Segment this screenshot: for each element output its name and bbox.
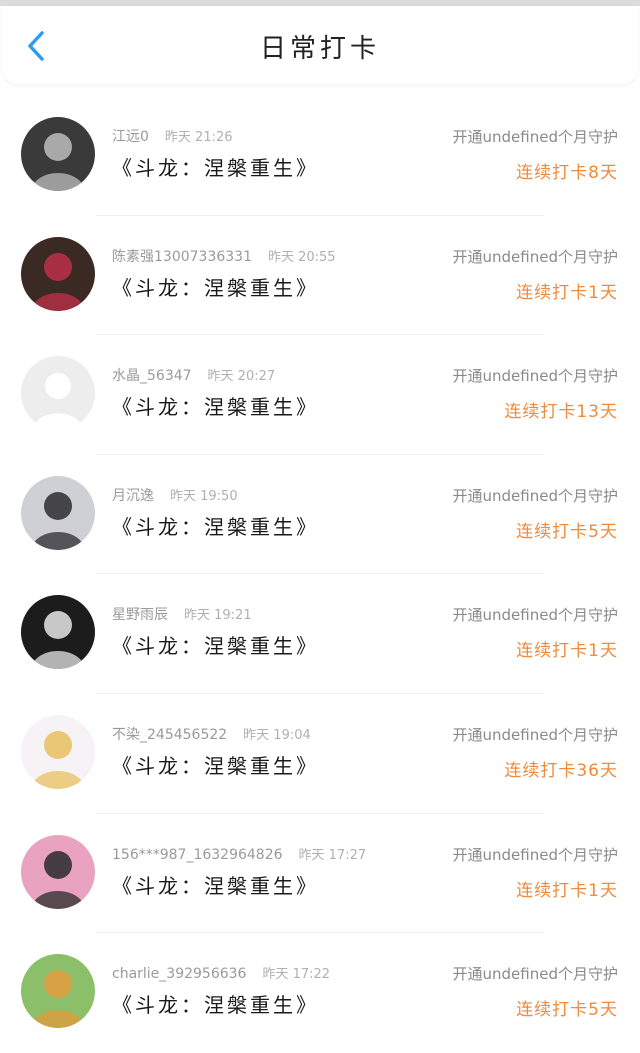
checkin-streak: 连续打卡36天 bbox=[504, 760, 618, 781]
username[interactable]: 陈素强13007336331 bbox=[112, 249, 252, 265]
list-item[interactable]: 月沉逸 昨天 19:50 《斗龙：涅槃重生》 开通undefined个月守护连续打卡5… bbox=[0, 455, 640, 575]
checkin-streak: 连续打卡8天 bbox=[516, 163, 618, 183]
username[interactable]: 不染_245456522 bbox=[112, 727, 227, 743]
username[interactable]: 156***987_1632964826 bbox=[112, 847, 283, 863]
checkin-list[interactable]: 江远0 昨天 21:26 《斗龙：涅槃重生》 开通undefined个月守护 连续打卡8… bbox=[0, 96, 640, 1053]
work-title: 《斗龙：涅槃重生》 bbox=[112, 634, 319, 659]
work-title: 《斗龙：涅槃重生》 bbox=[112, 873, 319, 898]
avatar-anime-dark[interactable] bbox=[21, 595, 95, 670]
entry-meta: 不染_245456522 昨天 19:04 bbox=[112, 724, 311, 744]
list-item[interactable]: 陈素强13007336331 昨天 20:55 《斗龙：涅槃重生》 开通undefin… bbox=[0, 216, 640, 336]
guard-status: 开通undefined个月守护 bbox=[452, 725, 618, 744]
timestamp: 昨天 21:26 bbox=[164, 130, 233, 145]
guard-status: 开通undefined个月守护 bbox=[452, 128, 618, 146]
guard-status: 开通undefined个月守护 bbox=[452, 845, 618, 864]
checkin-streak: 连续打卡13天 bbox=[504, 402, 618, 423]
guard-status: 开通undefined个月守护 bbox=[452, 486, 618, 505]
username[interactable]: 月沉逸 bbox=[112, 488, 154, 504]
guard-status: 开通undefined个月守护 bbox=[452, 606, 618, 625]
list-item[interactable]: 星野雨辰 昨天 19:21 《斗龙：涅槃重生》 开通undefined个月守护连续打卡… bbox=[0, 574, 640, 694]
timestamp: 昨天 17:27 bbox=[298, 847, 367, 863]
avatar-anime-boy[interactable] bbox=[21, 475, 95, 550]
avatar-dark-sunglasses[interactable] bbox=[21, 117, 95, 191]
timestamp: 昨天 20:55 bbox=[267, 249, 336, 265]
work-title: 《斗龙：涅槃重生》 bbox=[112, 514, 319, 539]
entry-meta: 陈素强13007336331 昨天 20:55 bbox=[112, 246, 336, 266]
page-title: 日常打卡 bbox=[259, 34, 380, 64]
checkin-streak: 连续打卡5天 bbox=[516, 521, 618, 542]
guard-status: 开通undefined个月守护 bbox=[452, 247, 618, 266]
timestamp: 昨天 17:22 bbox=[262, 967, 331, 983]
entry-meta: 星野雨辰 昨天 19:21 bbox=[112, 604, 252, 624]
list-item[interactable]: 156***987_1632964826 昨天 17:27 《斗龙：涅槃重生》 开通u… bbox=[0, 814, 640, 934]
username[interactable]: 星野雨辰 bbox=[112, 607, 168, 623]
nav-header: 日常打卡 bbox=[2, 6, 638, 84]
list-item[interactable]: charlie_392956636 昨天 17:22 《斗龙：涅槃重生》 开通unde… bbox=[0, 933, 640, 1053]
guard-status: 开通undefined个月守护 bbox=[452, 965, 618, 984]
avatar-default-placeholder[interactable] bbox=[21, 356, 95, 431]
username[interactable]: 江远0 bbox=[112, 129, 149, 145]
avatar-anime-white-hair[interactable] bbox=[21, 714, 95, 789]
list-item[interactable]: 江远0 昨天 21:26 《斗龙：涅槃重生》 开通undefined个月守护连续打卡8… bbox=[0, 96, 640, 216]
entry-meta: 江远0 昨天 21:26 bbox=[112, 126, 233, 146]
checkin-streak: 连续打卡5天 bbox=[516, 1000, 618, 1021]
list-item[interactable]: 不染_245456522 昨天 19:04 《斗龙：涅槃重生》 开通undefined… bbox=[0, 694, 640, 814]
entry-meta: 156***987_1632964826 昨天 17:27 bbox=[112, 844, 366, 863]
work-title: 《斗龙：涅槃重生》 bbox=[112, 395, 319, 420]
checkin-streak: 连续打卡1天 bbox=[516, 282, 618, 303]
work-title: 《斗龙：涅槃重生》 bbox=[112, 753, 319, 778]
avatar-boy-cat-ears[interactable] bbox=[21, 834, 95, 909]
checkin-streak: 连续打卡1天 bbox=[516, 641, 618, 662]
work-title: 《斗龙：涅槃重生》 bbox=[112, 156, 319, 180]
work-title: 《斗龙：涅槃重生》 bbox=[112, 275, 319, 300]
timestamp: 昨天 19:21 bbox=[184, 608, 252, 624]
username[interactable]: 水晶_56347 bbox=[112, 368, 192, 384]
entry-meta: 水晶_56347 昨天 20:27 bbox=[112, 365, 275, 385]
work-title: 《斗龙：涅槃重生》 bbox=[112, 993, 319, 1018]
entry-meta: 月沉逸 昨天 19:50 bbox=[112, 485, 238, 505]
avatar-girl-red-dress[interactable] bbox=[21, 236, 95, 311]
entry-meta: charlie_392956636 昨天 17:22 bbox=[112, 963, 330, 982]
username[interactable]: charlie_392956636 bbox=[112, 966, 246, 982]
avatar-corgi-dog[interactable] bbox=[21, 954, 95, 1029]
timestamp: 昨天 20:27 bbox=[207, 369, 276, 385]
guard-status: 开通undefined个月守护 bbox=[452, 367, 618, 386]
timestamp: 昨天 19:04 bbox=[243, 727, 311, 743]
checkin-streak: 连续打卡1天 bbox=[516, 880, 618, 901]
list-item[interactable]: 水晶_56347 昨天 20:27 《斗龙：涅槃重生》 开通undefined个月守护… bbox=[0, 335, 640, 455]
timestamp: 昨天 19:50 bbox=[170, 488, 238, 504]
